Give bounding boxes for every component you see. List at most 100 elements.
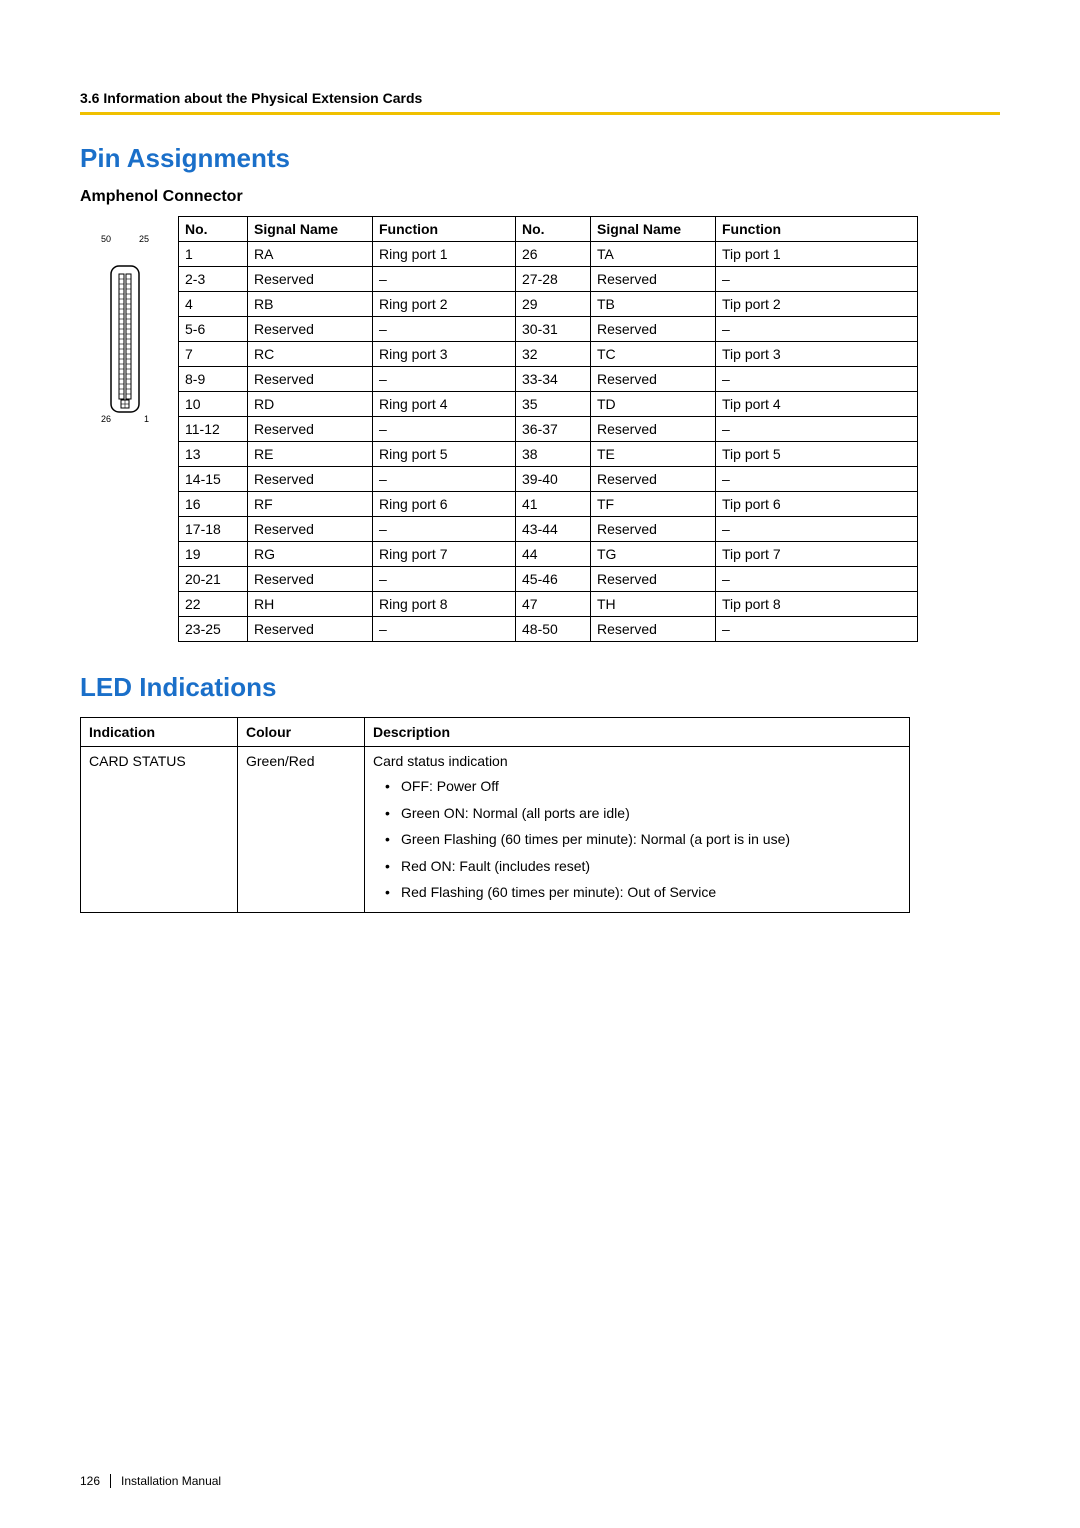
cell-f1: – xyxy=(373,517,516,542)
cell-s2: TG xyxy=(591,542,716,567)
connector-icon xyxy=(105,264,145,414)
led-indications-table: Indication Colour Description CARD STATU… xyxy=(80,717,910,913)
pin-row: 10RDRing port 435TDTip port 4 xyxy=(179,392,918,417)
cell-s2: Reserved xyxy=(591,617,716,642)
col-indication: Indication xyxy=(81,718,238,747)
cell-f2: Tip port 5 xyxy=(716,442,918,467)
pin-row: 8-9Reserved–33-34Reserved– xyxy=(179,367,918,392)
cell-s1: Reserved xyxy=(248,417,373,442)
pin-row: 14-15Reserved–39-40Reserved– xyxy=(179,467,918,492)
cell-s1: RF xyxy=(248,492,373,517)
pin-row: 16RFRing port 641TFTip port 6 xyxy=(179,492,918,517)
cell-s1: Reserved xyxy=(248,267,373,292)
cell-f2: – xyxy=(716,567,918,592)
cell-n1: 10 xyxy=(179,392,248,417)
cell-n1: 22 xyxy=(179,592,248,617)
cell-n1: 20-21 xyxy=(179,567,248,592)
cell-f1: Ring port 5 xyxy=(373,442,516,467)
cell-n1: 17-18 xyxy=(179,517,248,542)
connector-diagram: 50 25 xyxy=(80,216,178,642)
col-description: Description xyxy=(365,718,910,747)
cell-s2: Reserved xyxy=(591,367,716,392)
col-func-1: Function xyxy=(373,217,516,242)
led-item: Red Flashing (60 times per minute): Out … xyxy=(373,879,901,906)
cell-f1: – xyxy=(373,317,516,342)
led-desc-title: Card status indication xyxy=(373,753,508,769)
cell-n1: 23-25 xyxy=(179,617,248,642)
cell-f1: Ring port 4 xyxy=(373,392,516,417)
page-footer: 126 Installation Manual xyxy=(80,1474,221,1488)
pin-row: 1RARing port 126TATip port 1 xyxy=(179,242,918,267)
cell-f2: Tip port 8 xyxy=(716,592,918,617)
cell-n2: 36-37 xyxy=(516,417,591,442)
cell-s1: Reserved xyxy=(248,367,373,392)
cell-s1: Reserved xyxy=(248,517,373,542)
cell-n2: 48-50 xyxy=(516,617,591,642)
cell-s1: Reserved xyxy=(248,467,373,492)
cell-s2: Reserved xyxy=(591,417,716,442)
conn-label-25: 25 xyxy=(139,234,149,244)
cell-n1: 5-6 xyxy=(179,317,248,342)
col-signal-2: Signal Name xyxy=(591,217,716,242)
cell-s2: TC xyxy=(591,342,716,367)
cell-s1: RG xyxy=(248,542,373,567)
pin-row: 23-25Reserved–48-50Reserved– xyxy=(179,617,918,642)
cell-f2: Tip port 6 xyxy=(716,492,918,517)
cell-s2: TE xyxy=(591,442,716,467)
cell-n1: 13 xyxy=(179,442,248,467)
cell-n1: 19 xyxy=(179,542,248,567)
pin-assignments-table: No. Signal Name Function No. Signal Name… xyxy=(178,216,918,642)
cell-n1: 16 xyxy=(179,492,248,517)
conn-label-50: 50 xyxy=(101,234,111,244)
cell-s2: Reserved xyxy=(591,467,716,492)
cell-f1: – xyxy=(373,617,516,642)
col-no-2: No. xyxy=(516,217,591,242)
cell-n2: 47 xyxy=(516,592,591,617)
heading-led-indications: LED Indications xyxy=(80,672,1000,703)
heading-pin-assignments: Pin Assignments xyxy=(80,143,1000,174)
cell-f2: – xyxy=(716,317,918,342)
cell-f1: Ring port 6 xyxy=(373,492,516,517)
cell-s1: RD xyxy=(248,392,373,417)
cell-n1: 1 xyxy=(179,242,248,267)
section-header: 3.6 Information about the Physical Exten… xyxy=(80,90,1000,106)
led-item: Green ON: Normal (all ports are idle) xyxy=(373,800,901,827)
pin-row: 11-12Reserved–36-37Reserved– xyxy=(179,417,918,442)
cell-s1: RE xyxy=(248,442,373,467)
cell-s2: Reserved xyxy=(591,317,716,342)
cell-n2: 29 xyxy=(516,292,591,317)
cell-n2: 33-34 xyxy=(516,367,591,392)
cell-f2: Tip port 7 xyxy=(716,542,918,567)
col-no-1: No. xyxy=(179,217,248,242)
cell-n1: 11-12 xyxy=(179,417,248,442)
pin-row: 4RBRing port 229TBTip port 2 xyxy=(179,292,918,317)
cell-f1: Ring port 8 xyxy=(373,592,516,617)
cell-n1: 4 xyxy=(179,292,248,317)
cell-n2: 30-31 xyxy=(516,317,591,342)
cell-n1: 7 xyxy=(179,342,248,367)
led-item: Green Flashing (60 times per minute): No… xyxy=(373,826,901,853)
cell-s2: TB xyxy=(591,292,716,317)
cell-n2: 43-44 xyxy=(516,517,591,542)
cell-n2: 38 xyxy=(516,442,591,467)
doc-title: Installation Manual xyxy=(121,1474,221,1488)
cell-s1: Reserved xyxy=(248,567,373,592)
cell-f2: – xyxy=(716,517,918,542)
cell-s1: RH xyxy=(248,592,373,617)
cell-f2: – xyxy=(716,267,918,292)
cell-f2: Tip port 2 xyxy=(716,292,918,317)
cell-n1: 2-3 xyxy=(179,267,248,292)
cell-n1: 14-15 xyxy=(179,467,248,492)
pin-row: 5-6Reserved–30-31Reserved– xyxy=(179,317,918,342)
pin-row: 17-18Reserved–43-44Reserved– xyxy=(179,517,918,542)
cell-n2: 26 xyxy=(516,242,591,267)
cell-f2: – xyxy=(716,417,918,442)
cell-s2: TA xyxy=(591,242,716,267)
cell-f1: – xyxy=(373,467,516,492)
pin-row: 7RCRing port 332TCTip port 3 xyxy=(179,342,918,367)
col-func-2: Function xyxy=(716,217,918,242)
cell-s1: Reserved xyxy=(248,317,373,342)
pin-row: 20-21Reserved–45-46Reserved– xyxy=(179,567,918,592)
cell-f1: – xyxy=(373,267,516,292)
led-indication: CARD STATUS xyxy=(81,747,238,913)
